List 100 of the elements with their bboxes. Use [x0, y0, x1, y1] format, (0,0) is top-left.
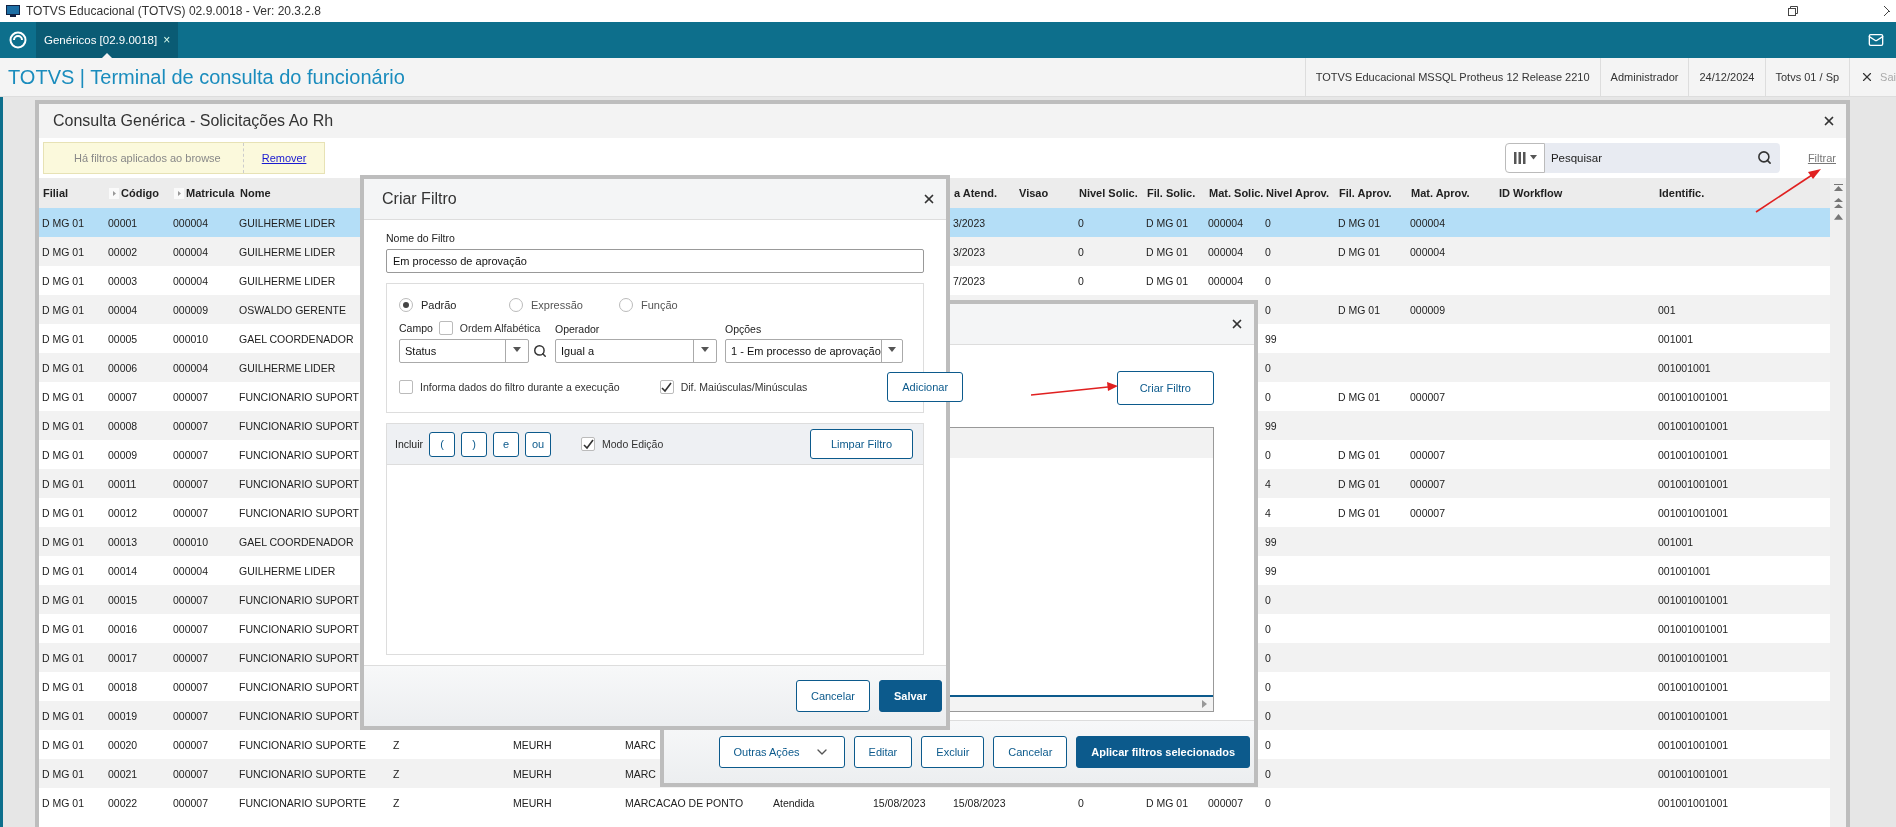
table-cell: 00008 [108, 419, 138, 432]
header-info: Administrador [1599, 58, 1689, 96]
table-cell: 00009 [108, 448, 138, 461]
table-cell: GAEL COORDENADOR [239, 332, 354, 345]
table-cell: D MG 01 [42, 622, 84, 635]
table-cell: 001001001001 [1658, 651, 1729, 664]
table-cell: D MG 01 [1338, 245, 1380, 258]
table-cell: FUNCIONARIO SUPORT [239, 709, 359, 722]
table-cell: 00001 [108, 216, 138, 229]
table-cell: 001001001001 [1658, 709, 1729, 722]
table-cell: 000004 [1208, 245, 1244, 258]
field-label: Opções [725, 323, 763, 335]
table-cell: 001001001001 [1658, 796, 1729, 809]
table-cell: FUNCIONARIO SUPORT [239, 419, 359, 432]
table-cell: D MG 01 [42, 709, 84, 722]
field-label: Operador [555, 323, 601, 335]
table-cell: 000007 [173, 796, 209, 809]
table-cell: 000007 [173, 506, 209, 519]
table-cell: 0 [1265, 767, 1271, 780]
table-cell: 000004 [173, 245, 209, 258]
table-cell: 0 [1078, 245, 1084, 258]
table-cell: 001 [1658, 303, 1676, 316]
table-cell: FUNCIONARIO SUPORTE [239, 738, 366, 751]
table-cell: 00016 [108, 622, 138, 635]
table-cell: 0 [1265, 303, 1271, 316]
table-cell: 001001 [1658, 535, 1694, 548]
table-cell: 3/2023 [953, 216, 986, 229]
table-cell: D MG 01 [42, 535, 84, 548]
table-cell: D MG 01 [1338, 448, 1380, 461]
table-cell: GUILHERME LIDER [239, 361, 336, 374]
header-info: 24/12/2024 [1688, 58, 1765, 96]
table-cell: 0 [1265, 738, 1271, 751]
table-cell: MEURH [513, 738, 552, 751]
table-cell: 0 [1265, 390, 1271, 403]
table-cell: D MG 01 [42, 796, 84, 809]
table-cell: D MG 01 [42, 274, 84, 287]
table-cell: 001001001001 [1658, 506, 1729, 519]
table-cell: 0 [1265, 274, 1271, 287]
table-cell: 001001001001 [1658, 419, 1729, 432]
table-cell: D MG 01 [1146, 245, 1188, 258]
table-cell: D MG 01 [1338, 216, 1380, 229]
table-cell: D MG 01 [42, 767, 84, 780]
table-cell: 0 [1078, 796, 1084, 809]
table-cell: D MG 01 [42, 651, 84, 664]
header-info: TOTVS Educacional MSSQL Protheus 12 Release 2210 [1304, 58, 1600, 96]
table-cell: D MG 01 [1338, 303, 1380, 316]
table-cell: 0 [1078, 274, 1084, 287]
table-cell: 001001001 [1658, 361, 1711, 374]
table-cell: 000004 [1410, 216, 1446, 229]
table-cell: 00007 [108, 390, 138, 403]
field-label: Campo [399, 322, 433, 334]
table-cell: FUNCIONARIO SUPORT [239, 448, 359, 461]
table-cell: 000004 [173, 564, 209, 577]
table-cell: D MG 01 [1146, 216, 1188, 229]
table-cell: D MG 01 [42, 332, 84, 345]
table-cell: FUNCIONARIO SUPORTE [239, 796, 366, 809]
table-cell: 00012 [108, 506, 138, 519]
table-cell: Z [393, 767, 400, 780]
table-cell: GAEL COORDENADOR [239, 535, 354, 548]
table-cell: D MG 01 [42, 448, 84, 461]
table-cell: 000007 [173, 390, 209, 403]
table-cell: 00005 [108, 332, 138, 345]
table-cell: 000007 [173, 419, 209, 432]
table-cell: 99 [1265, 564, 1277, 577]
table-cell: FUNCIONARIO SUPORT [239, 680, 359, 693]
table-cell: 000004 [1410, 245, 1446, 258]
table-cell: 001001001001 [1658, 622, 1729, 635]
table-cell: 000004 [1208, 216, 1244, 229]
table-cell: D MG 01 [42, 477, 84, 490]
table-cell: 001001001001 [1658, 390, 1729, 403]
table-cell: D MG 01 [1146, 274, 1188, 287]
table-cell: 00004 [108, 303, 138, 316]
table-cell: 000009 [1410, 303, 1446, 316]
table-cell: 0 [1265, 680, 1271, 693]
table-cell: D MG 01 [42, 245, 84, 258]
table-cell: 00014 [108, 564, 138, 577]
table-cell: 0 [1265, 651, 1271, 664]
table-cell: FUNCIONARIO SUPORT [239, 390, 359, 403]
table-cell: 001001001001 [1658, 680, 1729, 693]
table-cell: 001001 [1658, 332, 1694, 345]
table-cell: 001001001001 [1658, 593, 1729, 606]
table-cell: 0 [1265, 709, 1271, 722]
table-cell: 0 [1265, 245, 1271, 258]
table-cell: 15/08/2023 [953, 796, 1006, 809]
table-cell: 00017 [108, 651, 138, 664]
table-cell: D MG 01 [42, 361, 84, 374]
table-cell: 0 [1078, 216, 1084, 229]
table-cell: 000007 [1208, 796, 1244, 809]
table-cell: GUILHERME LIDER [239, 274, 336, 287]
table-cell: 000007 [1410, 477, 1446, 490]
header-info: Totvs 01 / Sp [1764, 58, 1850, 96]
table-cell: 00015 [108, 593, 138, 606]
table-cell: 00011 [108, 477, 137, 490]
table-cell: 000007 [173, 622, 209, 635]
table-cell: D MG 01 [42, 506, 84, 519]
window-title: TOTVS Educacional (TOTVS) 02.9.0018 - Ver: 20.3.2.8 [26, 4, 323, 18]
table-cell: 00003 [108, 274, 138, 287]
table-cell: MARC [625, 738, 656, 751]
table-cell: 001001001001 [1658, 448, 1729, 461]
table-cell: 001001001001 [1658, 767, 1729, 780]
